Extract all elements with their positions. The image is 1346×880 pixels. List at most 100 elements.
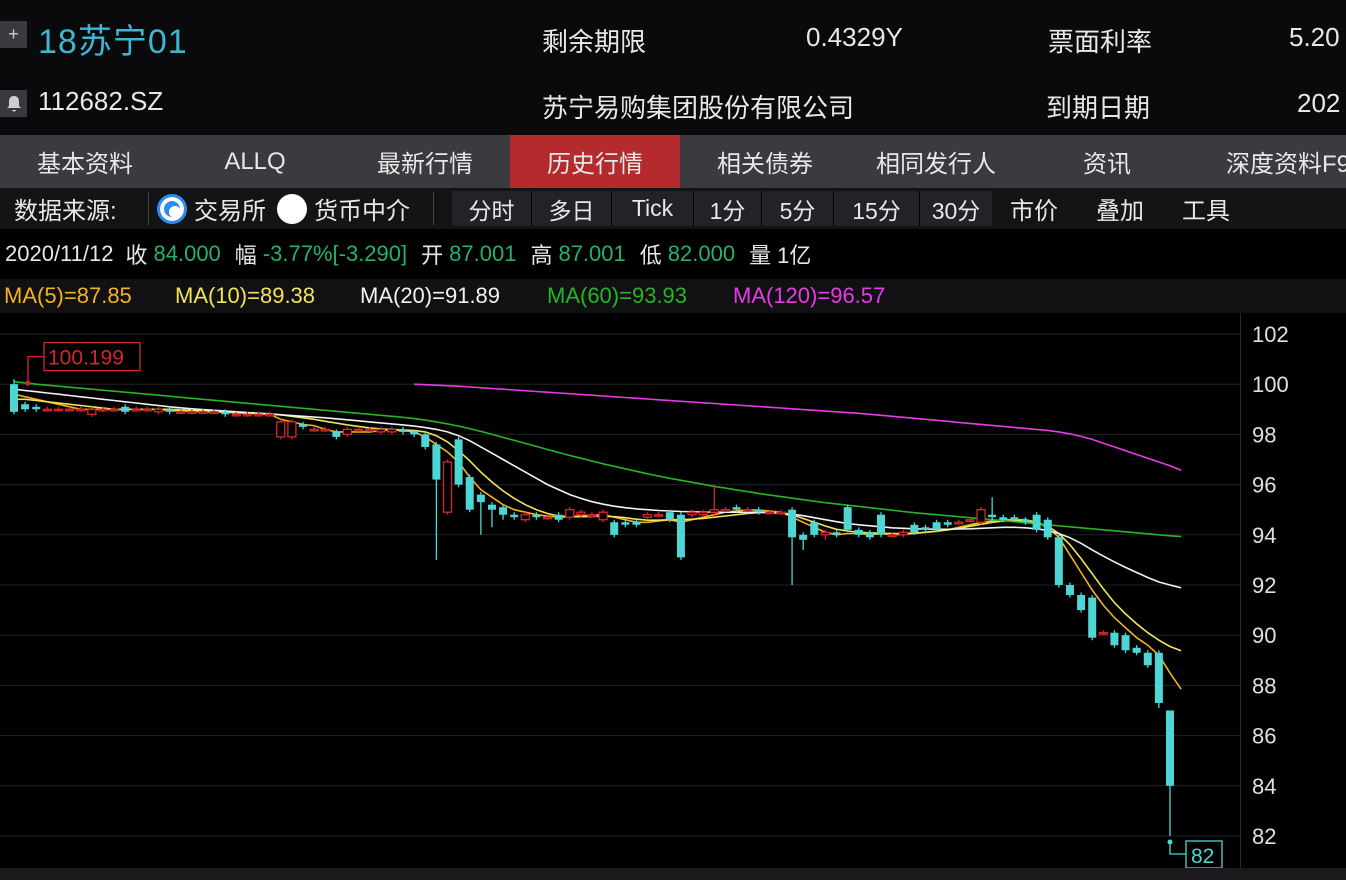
max-leader — [27, 355, 44, 382]
period-5min[interactable]: 5分 — [762, 191, 834, 226]
maturity-value: 202 — [1297, 88, 1341, 118]
candle — [1098, 630, 1108, 636]
candle — [1165, 710, 1175, 836]
tab-related-bonds[interactable]: 相关债券 — [680, 135, 850, 188]
high-label: 高 — [530, 243, 553, 268]
moving-averages — [13, 380, 1182, 690]
kline-chart[interactable]: 102 100 98 96 94 92 90 88 86 84 82 100.199 82 — [0, 313, 1346, 868]
candle — [742, 507, 753, 513]
candle — [387, 426, 397, 435]
candle-body — [442, 461, 453, 513]
candle — [687, 509, 697, 518]
candle-body — [42, 408, 52, 412]
candle — [921, 524, 930, 533]
candle-body — [554, 514, 563, 520]
candle — [587, 512, 597, 518]
candle — [353, 426, 364, 432]
y-tick-label: 92 — [1252, 573, 1276, 598]
period-intraday[interactable]: 分时 — [452, 191, 532, 226]
candle-body — [999, 517, 1008, 520]
candle-body — [87, 408, 97, 415]
candle-body — [598, 511, 608, 521]
plus-icon[interactable]: + — [0, 21, 27, 48]
high-value: 87.001 — [558, 241, 626, 266]
candle-body — [876, 514, 886, 535]
candle — [1088, 595, 1097, 641]
candle-body — [943, 522, 952, 525]
period-15min[interactable]: 15分 — [834, 191, 920, 226]
candle — [810, 519, 819, 538]
period-30min[interactable]: 30分 — [920, 191, 992, 226]
candle-body — [198, 411, 208, 414]
candle — [898, 529, 908, 538]
candle-body — [1143, 652, 1152, 666]
candle — [1043, 517, 1052, 540]
tab-latest-quote[interactable]: 最新行情 — [340, 135, 510, 188]
close-value: 84.000 — [153, 241, 221, 266]
bell-icon[interactable] — [0, 90, 27, 117]
candle-body — [499, 507, 508, 515]
candle-body — [76, 408, 86, 412]
tab-news[interactable]: 资讯 — [1022, 135, 1192, 188]
period-1min[interactable]: 1分 — [694, 191, 762, 226]
period-tick[interactable]: Tick — [612, 191, 694, 226]
scroll-bar[interactable] — [0, 868, 1346, 880]
candle-body — [720, 509, 731, 512]
period-multiday[interactable]: 多日 — [532, 191, 612, 226]
candle-body — [976, 509, 986, 523]
ma60-label: MA(60)=93.93 — [547, 283, 688, 308]
candle-body — [53, 408, 64, 412]
candle-body — [576, 511, 586, 516]
market-price-button[interactable]: 市价 — [1010, 188, 1058, 229]
candle — [499, 504, 508, 520]
candle — [976, 507, 986, 525]
candle-body — [209, 411, 219, 414]
close-label: 收 — [125, 243, 148, 268]
low-label: 低 — [639, 243, 662, 268]
candle-body — [276, 421, 286, 438]
open-value: 87.001 — [449, 241, 517, 266]
tab-deep-f9[interactable]: 深度资料F9 — [1192, 135, 1346, 188]
candle-body — [1054, 537, 1063, 585]
candle-body — [887, 534, 897, 537]
candle-body — [353, 428, 364, 432]
candle-body — [365, 428, 375, 432]
candle-body — [342, 428, 353, 436]
y-tick-label: 88 — [1252, 673, 1276, 698]
low-value: 82.000 — [667, 241, 736, 266]
coupon-value: 5.20 — [1289, 22, 1340, 52]
divider — [148, 192, 149, 225]
tab-basic-info[interactable]: 基本资料 — [0, 135, 170, 188]
candle — [21, 401, 30, 412]
tab-history[interactable]: 历史行情 — [510, 135, 680, 188]
candle-body — [988, 514, 997, 518]
tab-allq[interactable]: ALLQ — [170, 135, 340, 188]
overlay-button[interactable]: 叠加 — [1096, 188, 1144, 229]
candle — [642, 512, 653, 520]
candle-body — [1021, 519, 1030, 523]
change-label: 幅 — [234, 243, 257, 268]
candle — [676, 512, 685, 560]
radio-exchange-label[interactable]: 交易所 — [194, 188, 266, 229]
candle-body — [832, 532, 841, 535]
candle-body — [176, 411, 186, 414]
tools-button[interactable]: 工具 — [1182, 188, 1230, 229]
remaining-term-value: 0.4329Y — [806, 22, 903, 52]
candle — [131, 406, 141, 412]
candle-body — [231, 413, 241, 417]
candle — [1121, 632, 1130, 653]
candle — [9, 379, 19, 415]
radio-broker-label[interactable]: 货币中介 — [314, 188, 410, 229]
y-tick-label: 102 — [1252, 322, 1289, 347]
tab-same-issuer[interactable]: 相同发行人 — [850, 135, 1022, 188]
radio-broker[interactable] — [277, 194, 307, 224]
ma-line-MA(120) — [414, 383, 1182, 472]
candle-body — [142, 408, 153, 412]
candle — [954, 519, 964, 525]
min-leader — [1169, 842, 1186, 855]
radio-exchange[interactable] — [157, 194, 187, 224]
candle — [476, 492, 485, 535]
candle-body — [9, 384, 19, 412]
candle — [42, 406, 52, 412]
candle — [442, 459, 453, 515]
